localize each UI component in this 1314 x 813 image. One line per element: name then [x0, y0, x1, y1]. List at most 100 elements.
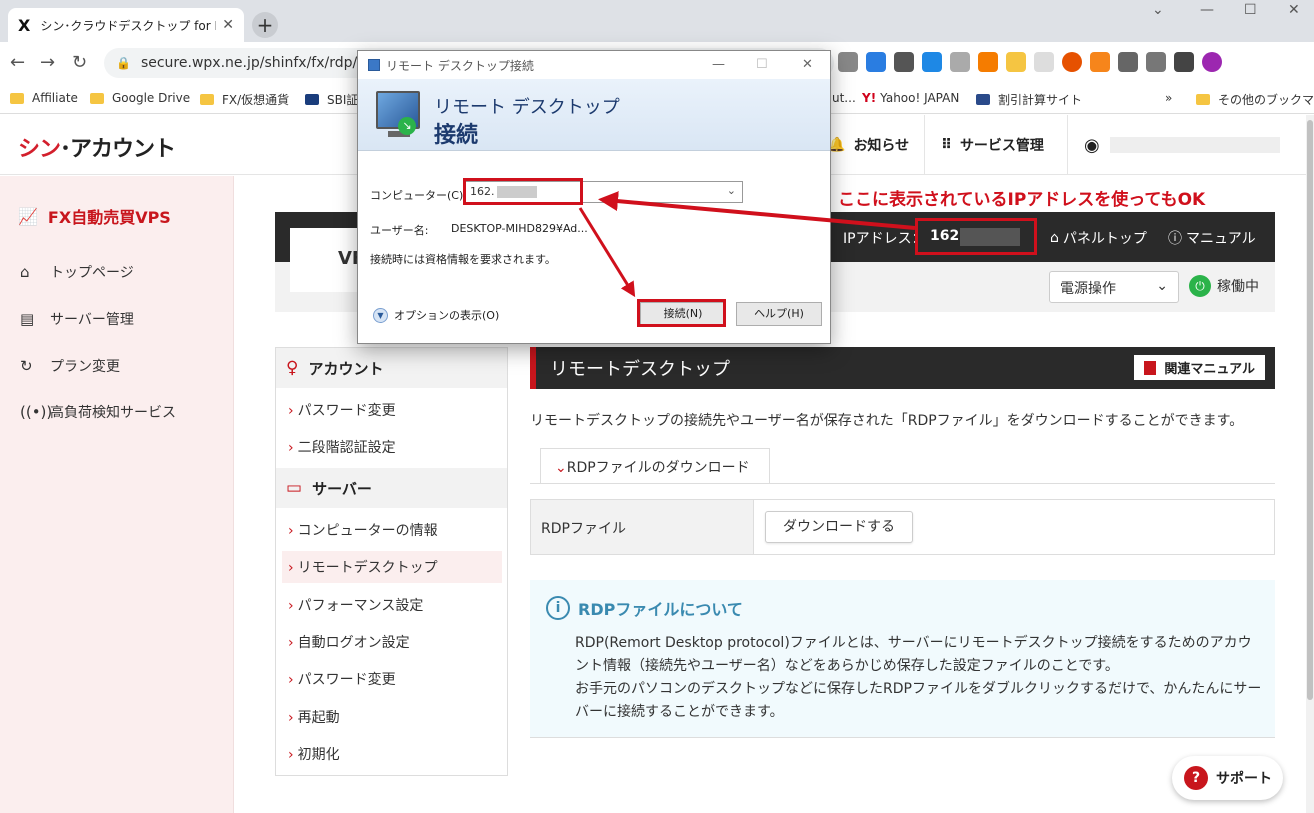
connect-arrow-icon: ↘ — [398, 117, 416, 135]
extension-icon[interactable] — [866, 52, 886, 72]
metamask-icon[interactable] — [1090, 52, 1110, 72]
bookmark-item[interactable]: Affiliate — [10, 91, 78, 105]
section-description: リモートデスクトップの接続先やユーザー名が保存された「RDPファイル」をダウンロ… — [530, 413, 1244, 429]
show-options-toggle[interactable]: ▼ オプションの表示(O) — [373, 307, 499, 323]
rdp-table: RDPファイル ダウンロードする — [530, 499, 1275, 555]
extension-icons — [838, 52, 1222, 72]
scrollbar-thumb[interactable] — [1307, 120, 1313, 700]
sidebar-item-load[interactable]: ((•)) 高負荷検知サービス — [20, 402, 176, 422]
sidebar-item-plan[interactable]: ↻ プラン変更 — [20, 356, 120, 376]
sidepanel-icon[interactable] — [1174, 52, 1194, 72]
bookmark-item[interactable]: SBI証 — [305, 91, 358, 108]
chevron-down-icon[interactable]: ⌄ — [727, 184, 736, 197]
link-computer-info[interactable]: › コンピューターの情報 — [288, 520, 438, 540]
maximize-icon: ☐ — [756, 57, 768, 72]
maximize-icon[interactable]: ☐ — [1244, 2, 1257, 18]
credential-note: 接続時には資格情報を要求されます。 — [370, 253, 556, 266]
info-title: i RDPファイルについて — [546, 596, 743, 620]
help-circle-icon: ⓘ — [1168, 231, 1182, 247]
section-header: リモートデスクトップ 関連マニュアル — [530, 347, 1275, 389]
extension-icon[interactable] — [950, 52, 970, 72]
manual-link[interactable]: ⓘ マニュアル — [1168, 228, 1256, 248]
tab-divider — [530, 483, 1275, 484]
grid-icon: ⠿ — [941, 137, 952, 153]
help-button[interactable]: ヘルプ(H) — [736, 302, 822, 326]
power-icon: ⏻ — [1189, 275, 1211, 297]
section-title: リモートデスクトップ — [550, 359, 730, 380]
folder-icon — [200, 94, 214, 105]
close-icon[interactable]: ✕ — [802, 57, 813, 72]
rdp-dialog: リモート デスクトップ接続 — ☐ ✕ ↘ リモート デスクトップ 接続 コンピ… — [357, 50, 831, 344]
bookmark-item[interactable]: ut... — [832, 91, 856, 105]
new-tab-button[interactable]: + — [252, 12, 278, 38]
close-window-icon[interactable]: ✕ — [1288, 2, 1300, 18]
reload-icon[interactable]: ↻ — [72, 52, 87, 73]
forward-icon[interactable]: → — [40, 52, 55, 73]
extension-icon[interactable] — [978, 52, 998, 72]
chevron-down-icon: ⌄ — [555, 460, 567, 476]
highlight-ip-address — [915, 218, 1037, 255]
link-auto-logon[interactable]: › 自動ログオン設定 — [288, 632, 410, 652]
download-button[interactable]: ダウンロードする — [765, 511, 913, 543]
sidebar-item-server[interactable]: ▤ サーバー管理 — [20, 309, 134, 329]
home-icon: ⌂ — [20, 263, 30, 281]
bookmark-item[interactable]: Google Drive — [90, 91, 190, 105]
sbi-icon — [305, 94, 319, 105]
site-logo[interactable]: シン･アカウント — [18, 131, 176, 163]
user-icon: ♀ — [286, 358, 299, 378]
extension-icon[interactable] — [894, 52, 914, 72]
minimize-icon[interactable]: — — [1200, 2, 1214, 18]
extension-icon[interactable] — [838, 52, 858, 72]
server-icon: ▭ — [286, 478, 303, 498]
sidebar-item-top[interactable]: ⌂ トップページ — [20, 262, 134, 282]
service-menu[interactable]: ⠿ サービス管理 — [924, 115, 1060, 175]
extension-icon[interactable] — [1006, 52, 1026, 72]
link-restart[interactable]: › 再起動 — [288, 707, 340, 727]
reading-list-icon[interactable] — [1146, 52, 1166, 72]
bookmark-item[interactable]: 割引計算サイト — [976, 91, 1082, 108]
bookmark-item[interactable]: その他のブックマーク — [1196, 91, 1314, 108]
user-name-mask — [1109, 137, 1280, 153]
ip-label: IPアドレス： — [843, 231, 926, 247]
book-icon — [1144, 360, 1157, 375]
chevron-down-icon[interactable]: ⌄ — [1152, 2, 1164, 18]
link-remote-desktop[interactable]: › リモートデスクトップ — [288, 557, 438, 577]
info-box: i RDPファイルについて RDP(Remort Desktop protocol… — [530, 580, 1275, 738]
tab-rdp-download[interactable]: ⌄RDPファイルのダウンロード — [540, 448, 770, 484]
back-icon[interactable]: ← — [10, 52, 25, 73]
category-panel: ♀ アカウント › パスワード変更 › 二段階認証設定 ▭ サーバー › コンピューターの… — [275, 347, 508, 776]
bookmark-item[interactable]: Y! Yahoo! JAPAN — [862, 91, 959, 105]
user-menu[interactable]: ◉ — [1067, 115, 1306, 175]
bookmark-item[interactable]: FX/仮想通貨 — [200, 91, 289, 108]
power-select[interactable]: 電源操作 ⌄ — [1049, 271, 1179, 303]
calculator-icon — [976, 94, 990, 105]
extension-icon[interactable] — [922, 52, 942, 72]
tab-close-icon[interactable]: ✕ — [222, 17, 234, 33]
computer-label: コンピューター(C): — [370, 189, 467, 202]
minimize-icon[interactable]: — — [712, 57, 725, 72]
link-initialize[interactable]: › 初期化 — [288, 744, 340, 764]
status-badge: ⏻ 稼働中 — [1189, 275, 1259, 297]
home-icon: ⌂ — [1050, 230, 1059, 246]
link-server-password[interactable]: › パスワード変更 — [288, 669, 396, 689]
lock-icon: 🔒 — [116, 56, 131, 70]
dialog-banner: ↘ リモート デスクトップ 接続 — [358, 79, 830, 151]
extension-icon[interactable] — [1062, 52, 1082, 72]
dialog-titlebar: リモート デスクトップ接続 — ☐ ✕ — [358, 51, 830, 79]
browser-tab[interactable]: X シン･クラウドデスクトップ for FX VPS ✕ — [8, 8, 244, 42]
link-password-change[interactable]: › パスワード変更 — [288, 400, 396, 420]
avatar[interactable] — [1202, 52, 1222, 72]
browser-tabbar: X シン･クラウドデスクトップ for FX VPS ✕ + ⌄ — ☐ ✕ — [0, 0, 1314, 42]
link-two-factor[interactable]: › 二段階認証設定 — [288, 437, 396, 457]
info-text: RDP(Remort Desktop protocol)ファイルとは、サーバーに… — [575, 635, 1262, 720]
link-performance[interactable]: › パフォーマンス設定 — [288, 595, 423, 615]
user-icon: ◉ — [1084, 134, 1100, 156]
extension-icon[interactable] — [1034, 52, 1054, 72]
panel-top-link[interactable]: ⌂ パネルトップ — [1050, 228, 1147, 248]
support-button[interactable]: ? サポート — [1172, 756, 1283, 800]
bookmarks-more-icon[interactable]: » — [1165, 91, 1172, 105]
related-manual-button[interactable]: 関連マニュアル — [1134, 355, 1265, 380]
rdp-label: RDPファイル — [531, 500, 754, 554]
sidebar-title[interactable]: 📈 FX自動売買VPS — [18, 204, 171, 228]
puzzle-icon[interactable] — [1118, 52, 1138, 72]
